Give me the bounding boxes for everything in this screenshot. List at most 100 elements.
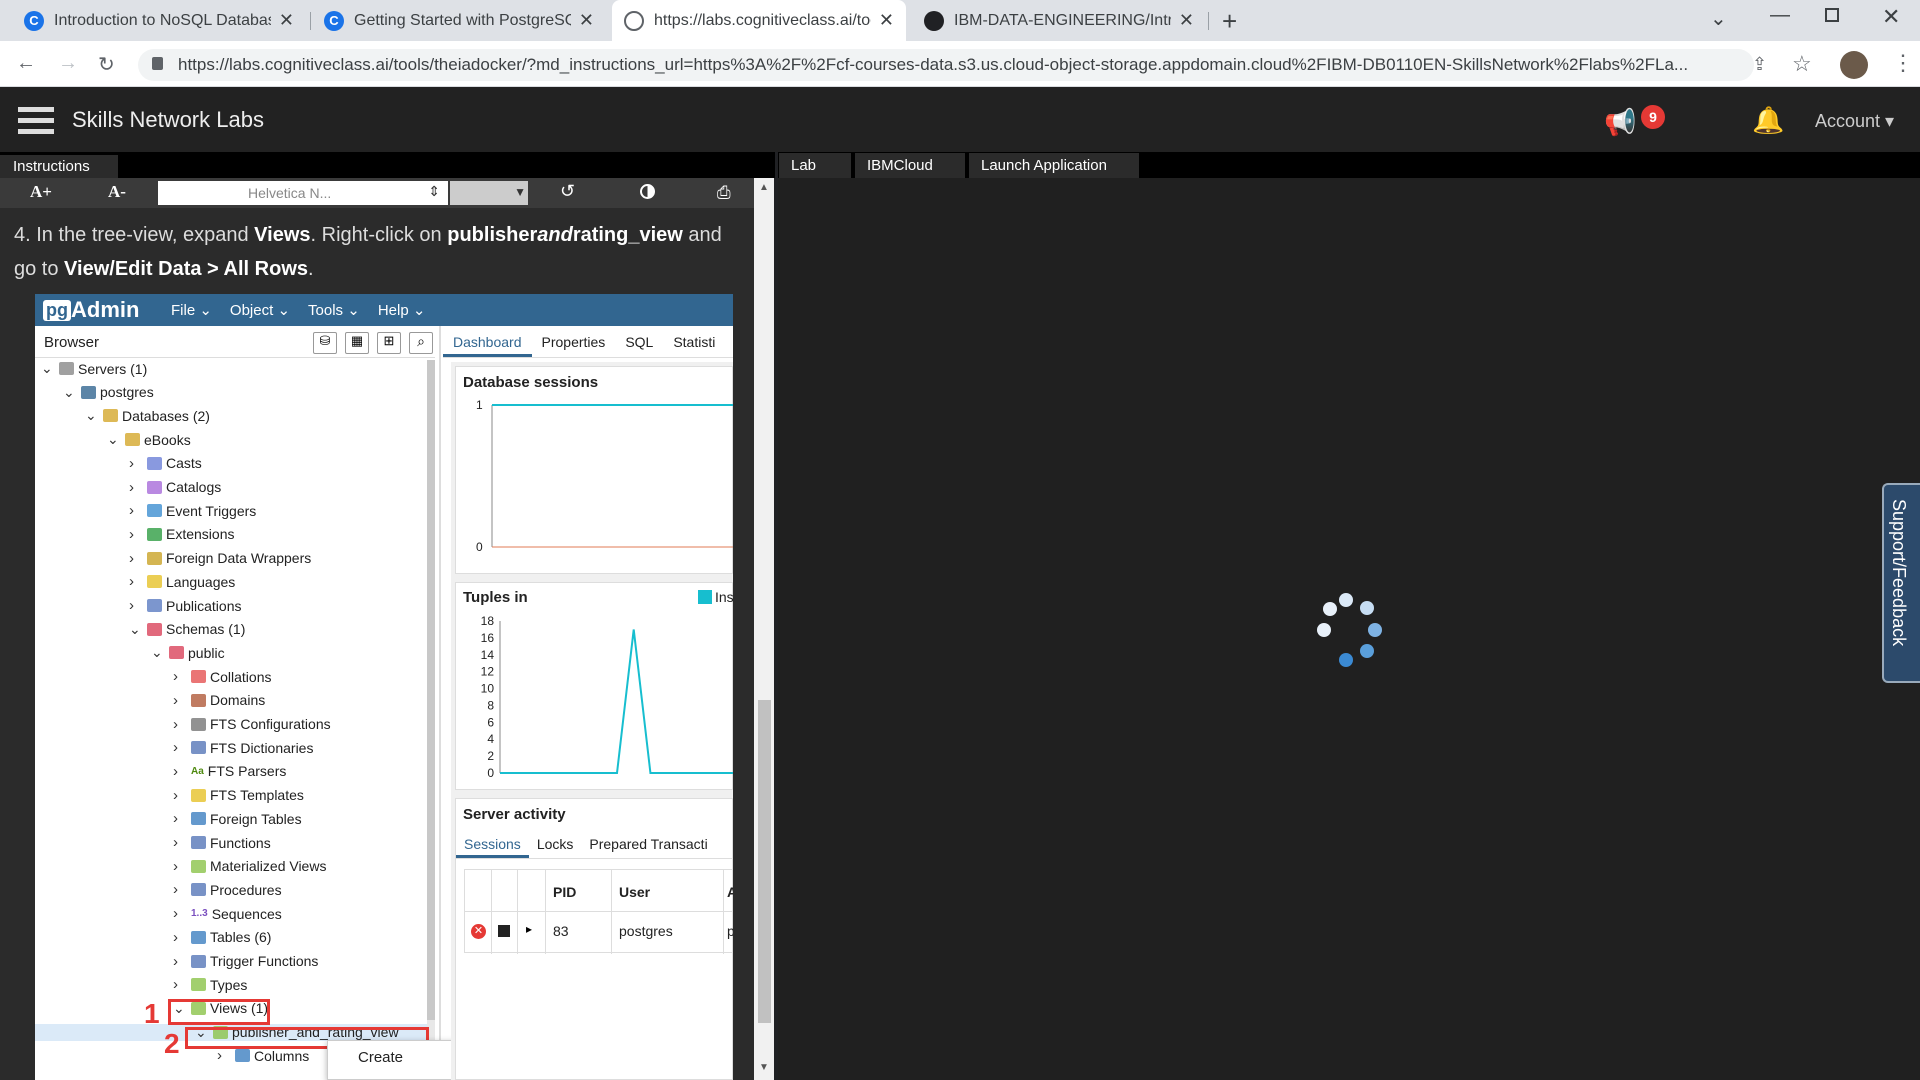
- tree-node[interactable]: › Functions: [173, 834, 271, 851]
- maximize-icon[interactable]: [1825, 8, 1839, 22]
- browser-tab[interactable]: C Introduction to NoSQL Databas ✕: [12, 0, 306, 41]
- address-bar[interactable]: https://labs.cognitiveclass.ai/tools/the…: [138, 49, 1754, 81]
- browser-tab[interactable]: IBM-DATA-ENGINEERING/Introd ✕: [912, 0, 1206, 41]
- print-icon[interactable]: ⎙: [717, 183, 731, 203]
- chevron-down-icon[interactable]: ⌄: [41, 360, 55, 377]
- chevron-right-icon[interactable]: ›: [173, 834, 187, 851]
- context-menu-create[interactable]: Create: [358, 1049, 403, 1066]
- megaphone-icon[interactable]: 📢: [1604, 107, 1636, 138]
- chevron-right-icon[interactable]: ›: [129, 479, 143, 496]
- tab-sessions[interactable]: Sessions: [456, 831, 529, 858]
- search-icon[interactable]: ⌕: [409, 332, 433, 354]
- chevron-right-icon[interactable]: ›: [173, 716, 187, 733]
- new-tab-icon[interactable]: +: [1222, 6, 1237, 37]
- scroll-down-icon[interactable]: ▼: [759, 1062, 769, 1073]
- reload-icon[interactable]: ↻: [98, 52, 115, 77]
- filtered-rows-icon[interactable]: ⊞: [377, 332, 401, 354]
- chevron-down-icon[interactable]: ⌄: [107, 431, 121, 448]
- profile-avatar[interactable]: [1840, 51, 1868, 79]
- tree-node[interactable]: › Event Triggers: [129, 502, 256, 519]
- chevron-right-icon[interactable]: ›: [129, 550, 143, 567]
- cancel-query-icon[interactable]: [498, 925, 510, 937]
- tree-node[interactable]: › Foreign Tables: [173, 810, 302, 827]
- chrome-menu-icon[interactable]: ⋮: [1892, 50, 1914, 76]
- close-tab-icon[interactable]: ✕: [879, 10, 894, 31]
- chevron-right-icon[interactable]: ›: [173, 668, 187, 685]
- tree-node[interactable]: › FTS Dictionaries: [173, 739, 313, 756]
- instructions-scrollbar[interactable]: ▲ ▼: [754, 178, 774, 1080]
- account-menu[interactable]: Account ▾: [1815, 111, 1894, 132]
- chevron-right-icon[interactable]: ›: [129, 597, 143, 614]
- tree-node[interactable]: › Tables (6): [173, 929, 271, 946]
- tree-scrollbar[interactable]: [427, 360, 435, 1080]
- chevron-right-icon[interactable]: ›: [129, 502, 143, 519]
- scroll-up-icon[interactable]: ▲: [759, 182, 769, 193]
- tree-node[interactable]: › Types: [173, 976, 247, 993]
- terminate-session-icon[interactable]: ✕: [471, 924, 486, 939]
- tree-node[interactable]: ⌄ postgres: [63, 384, 154, 401]
- tree-node[interactable]: › Extensions: [129, 526, 234, 543]
- tree-node[interactable]: › FTS Templates: [173, 787, 304, 804]
- tree-node[interactable]: › Casts: [129, 455, 202, 472]
- font-family-select[interactable]: Helvetica N... ⇕: [158, 181, 448, 205]
- tab-dashboard[interactable]: Dashboard: [443, 326, 532, 357]
- tree-node[interactable]: › Collations: [173, 668, 271, 685]
- tree-node[interactable]: ⌄ eBooks: [107, 431, 191, 448]
- menu-file[interactable]: File ⌄: [171, 301, 212, 319]
- support-feedback-button[interactable]: Support/Feedback: [1882, 483, 1920, 683]
- chevron-right-icon[interactable]: ›: [217, 1047, 231, 1064]
- col-header-pid[interactable]: PID: [553, 884, 576, 900]
- tree-node[interactable]: › 1..3 Sequences: [173, 905, 282, 922]
- close-tab-icon[interactable]: ✕: [1179, 10, 1194, 31]
- close-window-icon[interactable]: ✕: [1882, 4, 1900, 30]
- tree-node[interactable]: › Catalogs: [129, 479, 221, 496]
- tab-lab[interactable]: Lab: [779, 153, 851, 178]
- chevron-right-icon[interactable]: ›: [173, 929, 187, 946]
- tree-node[interactable]: › Aa FTS Parsers: [173, 763, 286, 780]
- chevron-right-icon[interactable]: ›: [173, 787, 187, 804]
- tree-node[interactable]: ⌄ Servers (1): [41, 360, 147, 377]
- menu-tools[interactable]: Tools ⌄: [308, 301, 360, 319]
- tree-node[interactable]: › Domains: [173, 692, 265, 709]
- browser-tab-active[interactable]: https://labs.cognitiveclass.ai/too ✕: [612, 0, 906, 41]
- col-header-user[interactable]: User: [619, 884, 650, 900]
- chevron-down-icon[interactable]: ⌄: [129, 621, 143, 638]
- contrast-icon[interactable]: [640, 184, 655, 199]
- tree-node[interactable]: › Foreign Data Wrappers: [129, 550, 311, 567]
- tab-prepared-transactions[interactable]: Prepared Transacti: [581, 831, 715, 858]
- chevron-right-icon[interactable]: ›: [129, 526, 143, 543]
- tree-node[interactable]: › Trigger Functions: [173, 953, 318, 970]
- expand-row-icon[interactable]: ▸: [526, 922, 532, 936]
- view-data-icon[interactable]: ▦: [345, 332, 369, 354]
- table-row[interactable]: ✕ ▸ 83 postgres p: [465, 912, 733, 952]
- tab-ibmcloud[interactable]: IBMCloud: [855, 153, 965, 178]
- tab-launch-application[interactable]: Launch Application: [969, 153, 1139, 178]
- tab-instructions[interactable]: Instructions: [0, 155, 118, 178]
- chevron-right-icon[interactable]: ›: [173, 858, 187, 875]
- chevron-right-icon[interactable]: ›: [173, 976, 187, 993]
- reset-icon[interactable]: ↺: [560, 181, 575, 202]
- menu-help[interactable]: Help ⌄: [378, 301, 426, 319]
- close-tab-icon[interactable]: ✕: [579, 10, 594, 31]
- forward-icon[interactable]: →: [58, 52, 78, 75]
- tree-node[interactable]: › Languages: [129, 573, 235, 590]
- bookmark-star-icon[interactable]: ☆: [1792, 51, 1812, 77]
- tree-node[interactable]: › Columns: [217, 1047, 309, 1064]
- tab-sql[interactable]: SQL: [615, 326, 663, 357]
- chevron-down-icon[interactable]: ⌄: [151, 644, 165, 661]
- col-header-application[interactable]: A: [727, 884, 733, 900]
- tree-node[interactable]: ⌄ Databases (2): [85, 407, 210, 424]
- back-icon[interactable]: ←: [16, 52, 36, 75]
- tree-node[interactable]: ⌄ public: [151, 644, 225, 661]
- query-tool-icon[interactable]: ⛁: [313, 332, 337, 354]
- font-size-select[interactable]: ▼: [450, 181, 528, 205]
- chevron-right-icon[interactable]: ›: [173, 810, 187, 827]
- font-increase-button[interactable]: A+: [30, 182, 52, 202]
- tree-node[interactable]: › Publications: [129, 597, 242, 614]
- chevron-right-icon[interactable]: ›: [173, 953, 187, 970]
- menu-object[interactable]: Object ⌄: [230, 301, 290, 319]
- hamburger-menu-icon[interactable]: [18, 107, 54, 135]
- tab-properties[interactable]: Properties: [532, 326, 616, 357]
- font-decrease-button[interactable]: A-: [108, 182, 126, 202]
- chevron-down-icon[interactable]: ⌄: [63, 384, 77, 401]
